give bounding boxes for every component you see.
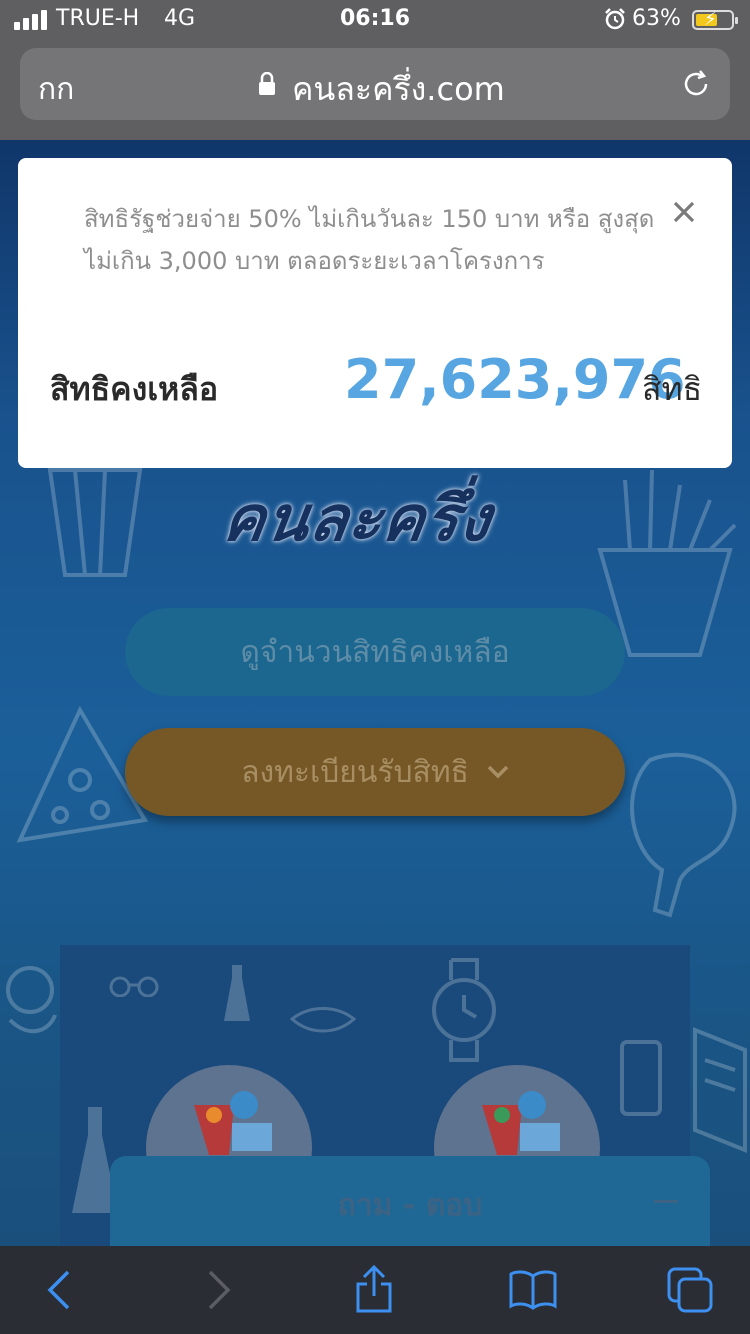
battery-percent: 63% (632, 6, 681, 31)
logo-text: คนละครึ่ง (218, 482, 497, 555)
status-bar: TRUE-H 4G 06:16 63% ⚡ (0, 0, 750, 40)
text-size-button[interactable]: กก (38, 66, 74, 113)
remaining-rights-popup: สิทธิรัฐช่วยจ่าย 50% ไม่เกินวันละ 150 บา… (18, 158, 732, 468)
qa-label: ถาม - ตอบ (337, 1188, 483, 1223)
close-icon[interactable] (672, 200, 696, 224)
browser-toolbar (0, 1246, 750, 1334)
browser-header: กก คนละครึ่ง.com (0, 40, 750, 140)
doodle-chicken-icon (630, 752, 737, 918)
bookmarks-icon[interactable] (508, 1268, 558, 1310)
lock-icon (259, 72, 275, 95)
check-remaining-label: ดูจำนวนสิทธิคงเหลือ (240, 634, 510, 670)
forward-icon[interactable] (206, 1270, 232, 1310)
popup-description: สิทธิรัฐช่วยจ่าย 50% ไม่เกินวันละ 150 บา… (84, 205, 655, 275)
doodle-phone-icon (620, 1040, 662, 1116)
doodle-food-icon (6, 966, 57, 1034)
chevron-down-icon (487, 765, 509, 779)
reload-icon[interactable] (680, 68, 712, 100)
address-bar[interactable]: กก คนละครึ่ง.com (20, 48, 730, 120)
doodle-lips-icon (290, 1007, 356, 1033)
doodle-watch-icon (432, 958, 496, 1062)
doodle-dress-icon (224, 965, 250, 1021)
alarm-icon (605, 8, 625, 30)
minus-icon[interactable] (654, 1200, 678, 1203)
register-label: ลงทะเบียนรับสิทธิ (241, 754, 469, 790)
share-icon[interactable] (354, 1264, 394, 1314)
battery-charging-icon: ⚡ (692, 9, 738, 30)
doodle-cup-icon (47, 468, 143, 577)
tabs-icon[interactable] (666, 1266, 714, 1314)
doodle-glasses-icon (109, 976, 159, 997)
store-illustration-icon (194, 1091, 272, 1155)
url-text[interactable]: คนละครึ่ง.com (292, 64, 505, 115)
doodle-book-icon (693, 1027, 747, 1153)
remaining-count: 27,623,976 (344, 348, 686, 411)
qa-panel[interactable]: ถาม - ตอบ (110, 1156, 710, 1246)
remaining-label: สิทธิคงเหลือ (50, 370, 219, 408)
remaining-unit: สิทธิ (642, 370, 703, 408)
store-illustration-icon (482, 1091, 560, 1155)
check-remaining-button[interactable]: ดูจำนวนสิทธิคงเหลือ (125, 608, 625, 696)
back-icon[interactable] (46, 1270, 72, 1310)
register-button[interactable]: ลงทะเบียนรับสิทธิ (125, 728, 625, 816)
